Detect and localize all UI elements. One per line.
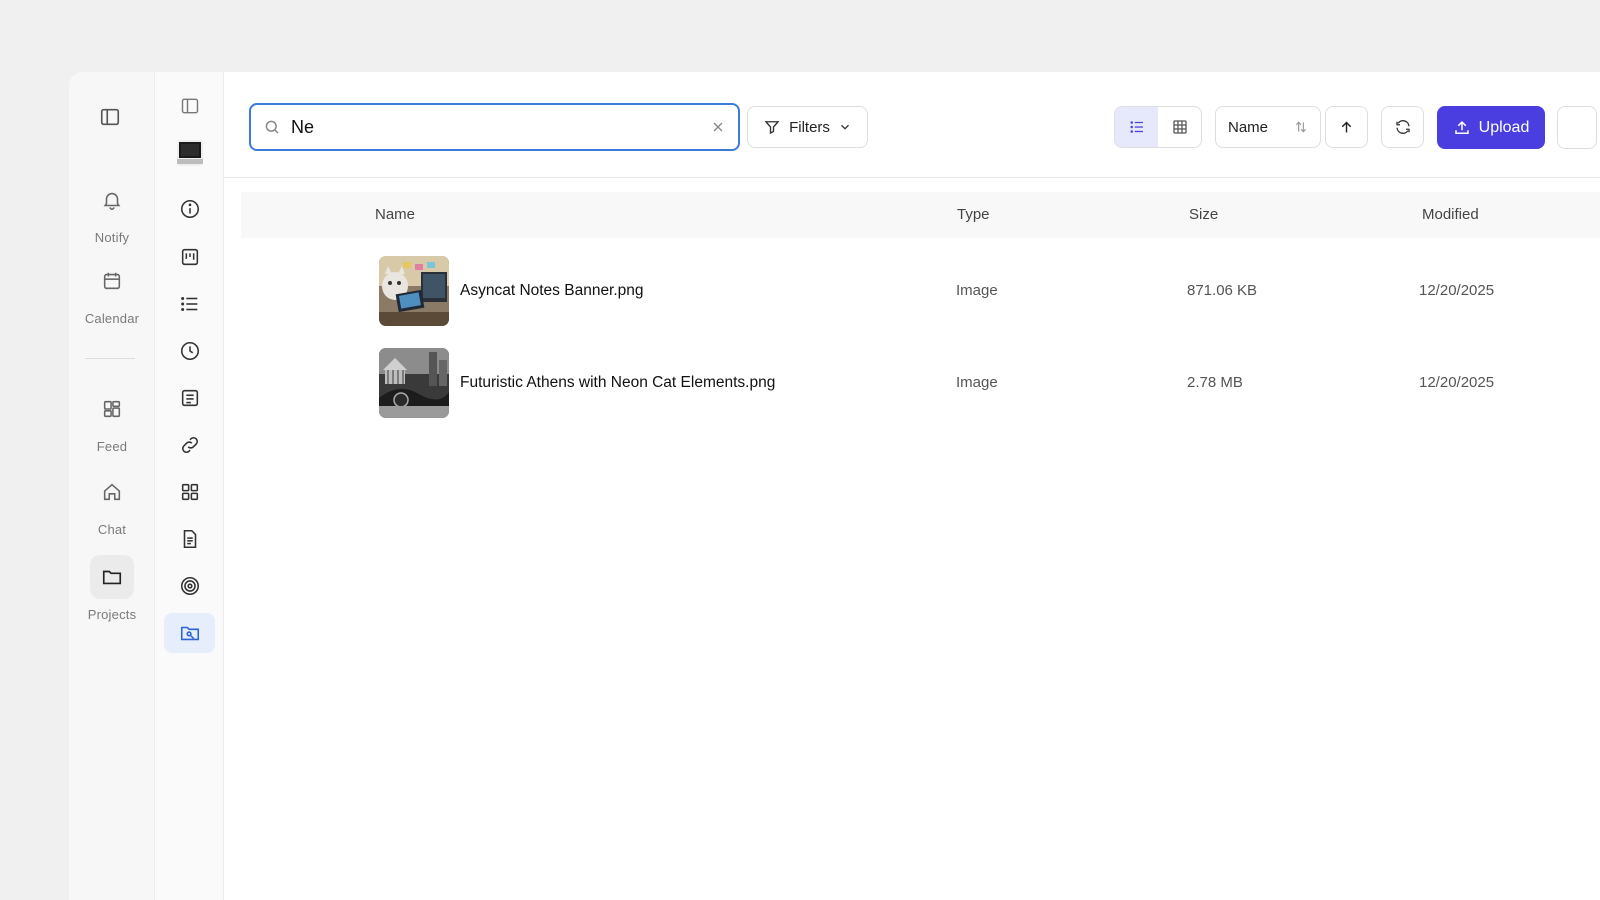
rail-item-projects[interactable]: Projects xyxy=(69,555,155,622)
file-name: Futuristic Athens with Neon Cat Elements… xyxy=(460,374,776,391)
column-header-type[interactable]: Type xyxy=(957,206,990,223)
rail-item-chat[interactable]: Chat xyxy=(69,470,155,537)
upload-label: Upload xyxy=(1478,118,1530,136)
chevron-down-icon xyxy=(838,120,852,134)
rail-label-chat: Chat xyxy=(97,522,127,537)
table-row[interactable]: Asyncat Notes Banner.png Image 871.06 KB… xyxy=(241,248,1600,340)
rail-item-calendar[interactable]: Calendar xyxy=(69,259,155,326)
table-row[interactable]: Futuristic Athens with Neon Cat Elements… xyxy=(241,340,1600,432)
sort-select[interactable]: Name xyxy=(1215,106,1321,148)
column-header-modified[interactable]: Modified xyxy=(1422,206,1479,223)
filters-button[interactable]: Filters xyxy=(747,106,868,148)
clear-search-icon[interactable] xyxy=(710,119,726,135)
toolbar: Filters Name xyxy=(224,72,1600,178)
file-thumbnail xyxy=(379,256,449,326)
apps-icon[interactable] xyxy=(164,472,215,512)
refresh-button[interactable] xyxy=(1381,106,1424,148)
filter-icon xyxy=(763,118,781,136)
app-window: Notify Calendar Feed Chat Projects Ne Fi… xyxy=(69,72,1600,900)
rail-label-feed: Feed xyxy=(96,439,128,454)
files-folder-icon[interactable] xyxy=(164,613,215,653)
file-thumbnail xyxy=(379,348,449,418)
grid-icon xyxy=(90,387,134,431)
filters-label: Filters xyxy=(789,118,830,136)
list-view-icon[interactable] xyxy=(1115,107,1158,147)
rail-item-feed[interactable]: Feed xyxy=(69,387,155,454)
upload-icon xyxy=(1453,119,1471,137)
file-type: Image xyxy=(956,374,998,391)
refresh-icon xyxy=(1394,118,1412,136)
primary-rail: Notify Calendar Feed Chat Projects xyxy=(69,72,155,900)
sort-arrows-icon xyxy=(1294,120,1308,134)
file-size: 871.06 KB xyxy=(1187,282,1258,299)
bell-icon xyxy=(90,178,134,222)
document-icon[interactable] xyxy=(164,519,215,559)
file-modified: 12/20/2025 xyxy=(1419,282,1495,299)
notes-icon[interactable] xyxy=(164,378,215,418)
rail-label-projects: Projects xyxy=(87,607,137,622)
home-icon xyxy=(90,470,134,514)
upload-button[interactable]: Upload xyxy=(1437,106,1545,149)
table-header: Name Type Size Modified xyxy=(241,192,1600,238)
arrow-up-icon xyxy=(1338,119,1355,136)
rail-label-notify: Notify xyxy=(94,230,130,245)
sort-direction-button[interactable] xyxy=(1325,106,1368,148)
rail-divider xyxy=(85,358,135,359)
sort-label: Name xyxy=(1228,118,1269,136)
file-type: Image xyxy=(956,282,998,299)
kanban-icon[interactable] xyxy=(164,237,215,277)
rail-item-notify[interactable]: Notify xyxy=(69,178,155,245)
rail-label-calendar: Calendar xyxy=(84,311,140,326)
clock-icon[interactable] xyxy=(164,331,215,371)
search-input[interactable] xyxy=(291,116,700,138)
sidebar-toggle-icon[interactable] xyxy=(97,104,123,130)
file-modified: 12/20/2025 xyxy=(1419,374,1495,391)
file-size: 2.78 MB xyxy=(1187,374,1243,391)
panel-toggle-icon[interactable] xyxy=(164,86,215,126)
column-header-name[interactable]: Name xyxy=(375,206,415,223)
main-content: Filters Name xyxy=(224,72,1600,900)
search-box[interactable] xyxy=(249,103,740,151)
grid-view-icon[interactable] xyxy=(1158,107,1201,147)
target-icon[interactable] xyxy=(164,566,215,606)
folder-icon xyxy=(90,555,134,599)
list-icon[interactable] xyxy=(164,284,215,324)
view-toggle xyxy=(1114,106,1202,148)
project-avatar[interactable] xyxy=(177,140,203,166)
link-icon[interactable] xyxy=(164,425,215,465)
info-icon[interactable] xyxy=(164,189,215,229)
column-header-size[interactable]: Size xyxy=(1189,206,1218,223)
file-name: Asyncat Notes Banner.png xyxy=(460,282,644,299)
project-sidebar xyxy=(155,72,224,900)
calendar-icon xyxy=(90,259,134,303)
search-icon xyxy=(263,118,281,136)
more-button[interactable] xyxy=(1557,106,1597,149)
